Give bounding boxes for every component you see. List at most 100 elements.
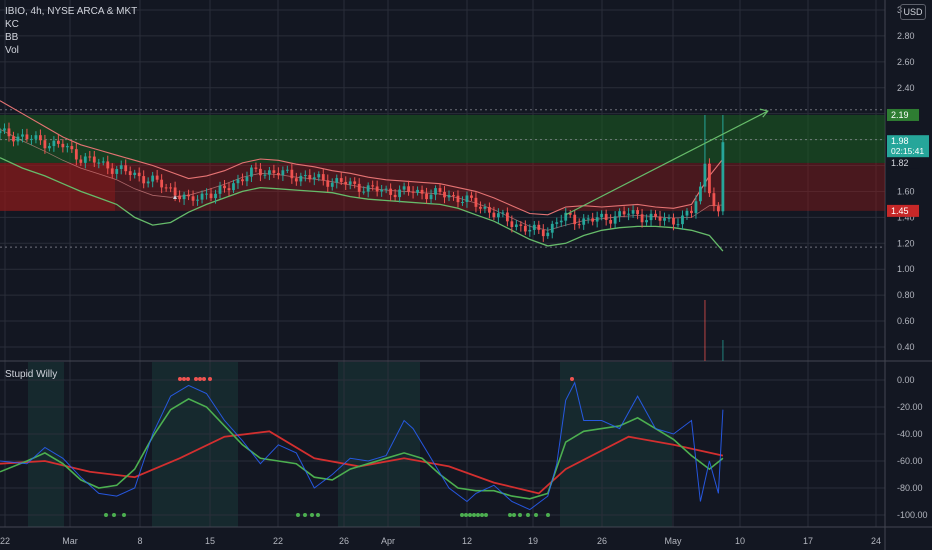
candle-body xyxy=(425,193,428,200)
candle-body xyxy=(272,170,276,173)
candle-body xyxy=(146,181,150,184)
candle-body xyxy=(375,186,379,192)
candle-body xyxy=(34,135,38,139)
overbought-dot xyxy=(178,377,182,381)
candle-body xyxy=(83,156,87,163)
candle-body xyxy=(380,189,384,192)
candle-body xyxy=(178,195,181,200)
candle-body xyxy=(254,167,258,169)
candle-body xyxy=(317,174,321,178)
candle-body xyxy=(12,136,15,142)
candle-body xyxy=(164,187,168,189)
candle-body xyxy=(142,176,146,184)
candle-body xyxy=(357,183,361,192)
candle-body xyxy=(92,156,96,163)
candle-body xyxy=(434,188,437,195)
candle-body xyxy=(492,212,496,218)
time-axis-label: 12 xyxy=(462,536,472,546)
oversold-dot xyxy=(316,513,320,517)
candle-body xyxy=(326,180,330,187)
candle-body xyxy=(245,176,249,182)
candle-body xyxy=(74,149,78,160)
candle-body xyxy=(523,225,527,232)
oversold-dot xyxy=(310,513,314,517)
time-axis-label: 17 xyxy=(803,536,813,546)
candle-body xyxy=(259,168,262,176)
indicator-vol[interactable]: Vol xyxy=(5,44,137,57)
currency-button[interactable]: USD xyxy=(900,4,926,20)
candle-body xyxy=(285,169,289,171)
oversold-dot xyxy=(464,513,468,517)
osc-tick-label: -80.00 xyxy=(897,483,923,493)
price-label-support: 1.45 xyxy=(891,206,909,216)
price-tick-label: 1.60 xyxy=(897,186,915,196)
candle-body xyxy=(555,222,559,224)
candle-body xyxy=(690,210,693,214)
candle-body xyxy=(699,186,702,202)
candle-body xyxy=(559,220,563,223)
candle-body xyxy=(191,196,195,201)
candle-body xyxy=(200,193,204,200)
green-resistance-zone xyxy=(0,114,885,163)
time-axis-label: 26 xyxy=(597,536,607,546)
candle-body xyxy=(416,189,419,193)
symbol-title[interactable]: IBIO, 4h, NYSE ARCA & MKT xyxy=(5,5,137,18)
osc-tick-label: -40.00 xyxy=(897,429,923,439)
red-zone xyxy=(0,162,885,211)
candle-body xyxy=(712,193,716,207)
oversold-dot xyxy=(508,513,512,517)
oscillator-title[interactable]: Stupid Willy xyxy=(5,369,57,380)
candle-body xyxy=(604,213,608,220)
candle-body xyxy=(348,181,352,185)
oversold-dot xyxy=(122,513,126,517)
price-label-resistance: 2.19 xyxy=(891,110,909,120)
time-axis-label: 22 xyxy=(273,536,283,546)
indicator-bb[interactable]: BB xyxy=(5,31,137,44)
candle-body xyxy=(622,211,626,215)
candle-body xyxy=(496,213,500,218)
candle-body xyxy=(47,146,51,149)
candle-body xyxy=(0,130,2,134)
candle-body xyxy=(573,214,577,225)
overbought-dot xyxy=(202,377,206,381)
candle-body xyxy=(546,232,550,237)
candle-body xyxy=(488,207,491,213)
candle-body xyxy=(321,174,325,181)
price-tick-label: 1.20 xyxy=(897,238,915,248)
candle-body xyxy=(654,213,657,217)
time-axis-label: Mar xyxy=(62,536,78,546)
candle-body xyxy=(241,179,244,182)
indicator-kc[interactable]: KC xyxy=(5,18,137,31)
candle-body xyxy=(537,224,541,230)
oversold-dot xyxy=(472,513,476,517)
candle-body xyxy=(456,195,460,203)
last-price-label: 1.98 xyxy=(891,136,909,146)
candle-body xyxy=(223,185,226,189)
candle-body xyxy=(128,171,132,176)
candle-body xyxy=(268,170,271,175)
candle-body xyxy=(582,218,586,225)
oversold-dot xyxy=(546,513,550,517)
oversold-dot xyxy=(296,513,300,517)
candle-body xyxy=(97,162,101,164)
countdown-label: 02:15:41 xyxy=(891,146,924,156)
candle-body xyxy=(21,134,24,137)
candle-body xyxy=(483,207,487,209)
oversold-dot xyxy=(104,513,108,517)
price-tick-label: 1.00 xyxy=(897,264,915,274)
candle-body xyxy=(519,224,523,226)
candle-body xyxy=(663,218,666,221)
candle-body xyxy=(627,213,630,215)
candle-body xyxy=(514,224,518,228)
candle-body xyxy=(609,219,613,224)
candle-body xyxy=(362,191,366,193)
overbought-dot xyxy=(194,377,198,381)
candle-body xyxy=(672,217,675,225)
chart-svg[interactable]: 32.802.602.402.202.001.801.601.401.201.0… xyxy=(0,0,932,550)
candle-body xyxy=(330,182,334,187)
oversold-dot xyxy=(526,513,530,517)
candle-body xyxy=(119,165,123,169)
candle-body xyxy=(56,140,60,144)
candle-body xyxy=(613,216,617,224)
candle-body xyxy=(7,128,11,137)
